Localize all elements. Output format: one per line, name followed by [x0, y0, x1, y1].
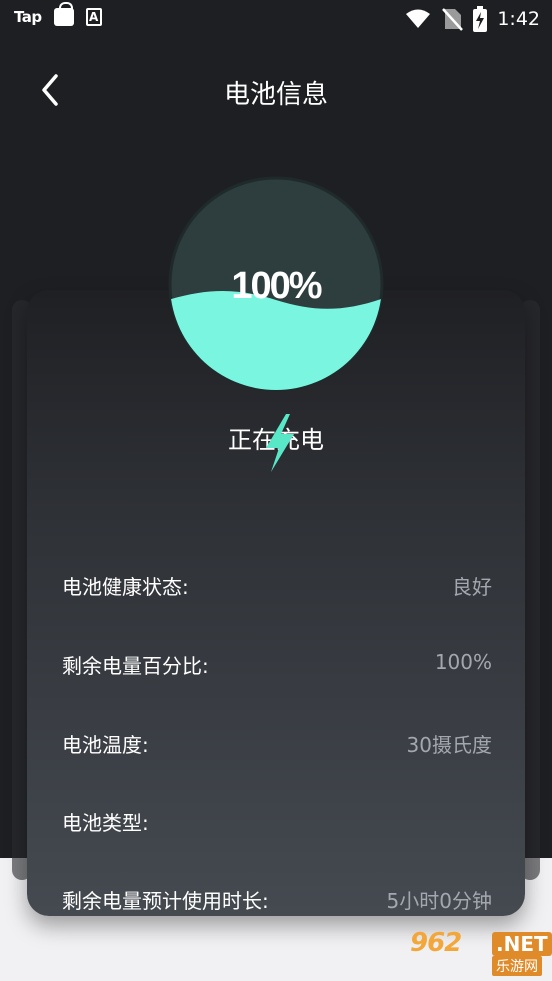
status-bar-right: 1:42: [405, 6, 540, 32]
wifi-icon: [406, 9, 431, 28]
info-value: 100%: [434, 650, 492, 674]
info-label: 电池温度:: [62, 733, 149, 757]
lightning-bolt-icon: [266, 414, 294, 472]
battery-level-gauge: 100%: [168, 176, 384, 392]
app-store-icon: A: [85, 8, 102, 26]
watermark-site-name: 乐游网: [492, 956, 542, 976]
status-bar-left: Tap A: [14, 2, 102, 26]
info-value: 5小时0分钟: [386, 889, 492, 913]
shopping-bag-icon: [53, 2, 74, 26]
taptap-notification-label: Tap: [14, 8, 42, 26]
info-row-battery-type: 电池类型:: [62, 807, 492, 837]
site-watermark-logo: 962 .NET 乐游网: [410, 926, 552, 976]
battery-percent-text: 100%: [231, 265, 321, 307]
info-row-estimated-usage-time: 剩余电量预计使用时长: 5小时0分钟: [62, 885, 492, 915]
info-row-battery-health: 电池健康状态: 良好: [62, 571, 492, 601]
info-label: 剩余电量预计使用时长:: [62, 889, 269, 913]
no-sim-icon: [442, 8, 464, 31]
watermark-domain: .NET: [492, 932, 552, 956]
watermark-number: 962: [410, 928, 462, 958]
battery-charging-icon: [473, 6, 488, 32]
info-row-remaining-percent: 剩余电量百分比: 100%: [62, 650, 492, 680]
status-bar: Tap A 1:42: [0, 0, 552, 38]
info-label: 电池类型:: [62, 811, 149, 835]
info-value: 良好: [452, 575, 492, 599]
navigation-bar: 电池信息: [0, 60, 552, 120]
page-title: 电池信息: [223, 80, 328, 110]
info-value: 30摄氏度: [406, 733, 492, 757]
clock-time: 1:42: [497, 8, 540, 30]
info-row-battery-temperature: 电池温度: 30摄氏度: [62, 729, 492, 759]
info-label: 剩余电量百分比:: [62, 654, 209, 678]
info-label: 电池健康状态:: [62, 575, 189, 599]
